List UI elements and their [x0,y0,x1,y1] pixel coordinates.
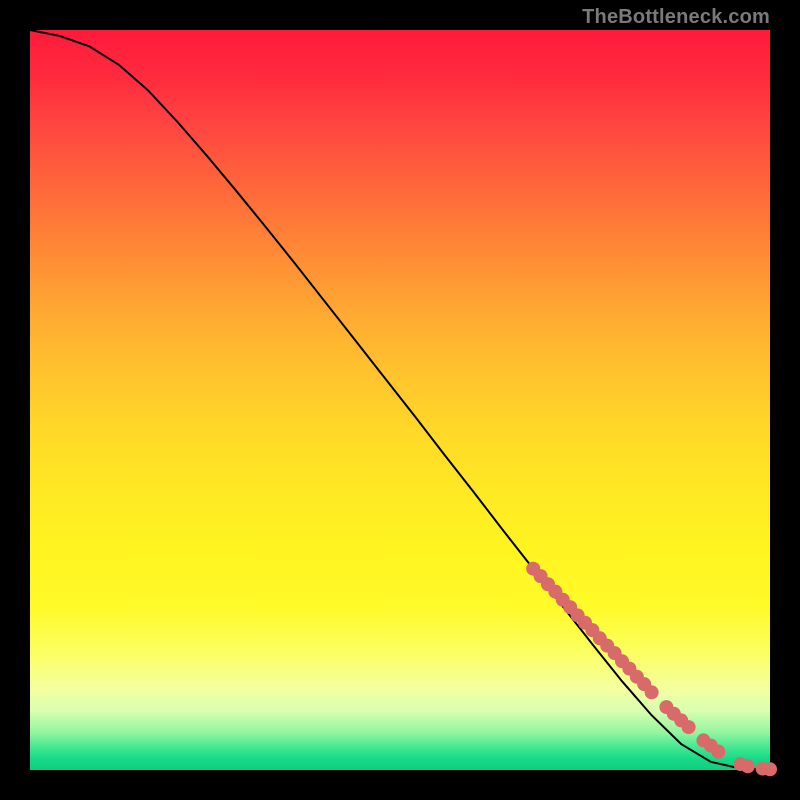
chart-overlay [30,30,770,770]
data-point [741,759,755,773]
data-point [682,720,696,734]
data-point [711,745,725,759]
data-point [645,685,659,699]
chart-frame: TheBottleneck.com [0,0,800,800]
main-curve [30,30,770,769]
attribution-label: TheBottleneck.com [582,6,770,29]
data-point [763,762,777,776]
data-point-group [526,562,777,777]
plot-area [30,30,770,770]
